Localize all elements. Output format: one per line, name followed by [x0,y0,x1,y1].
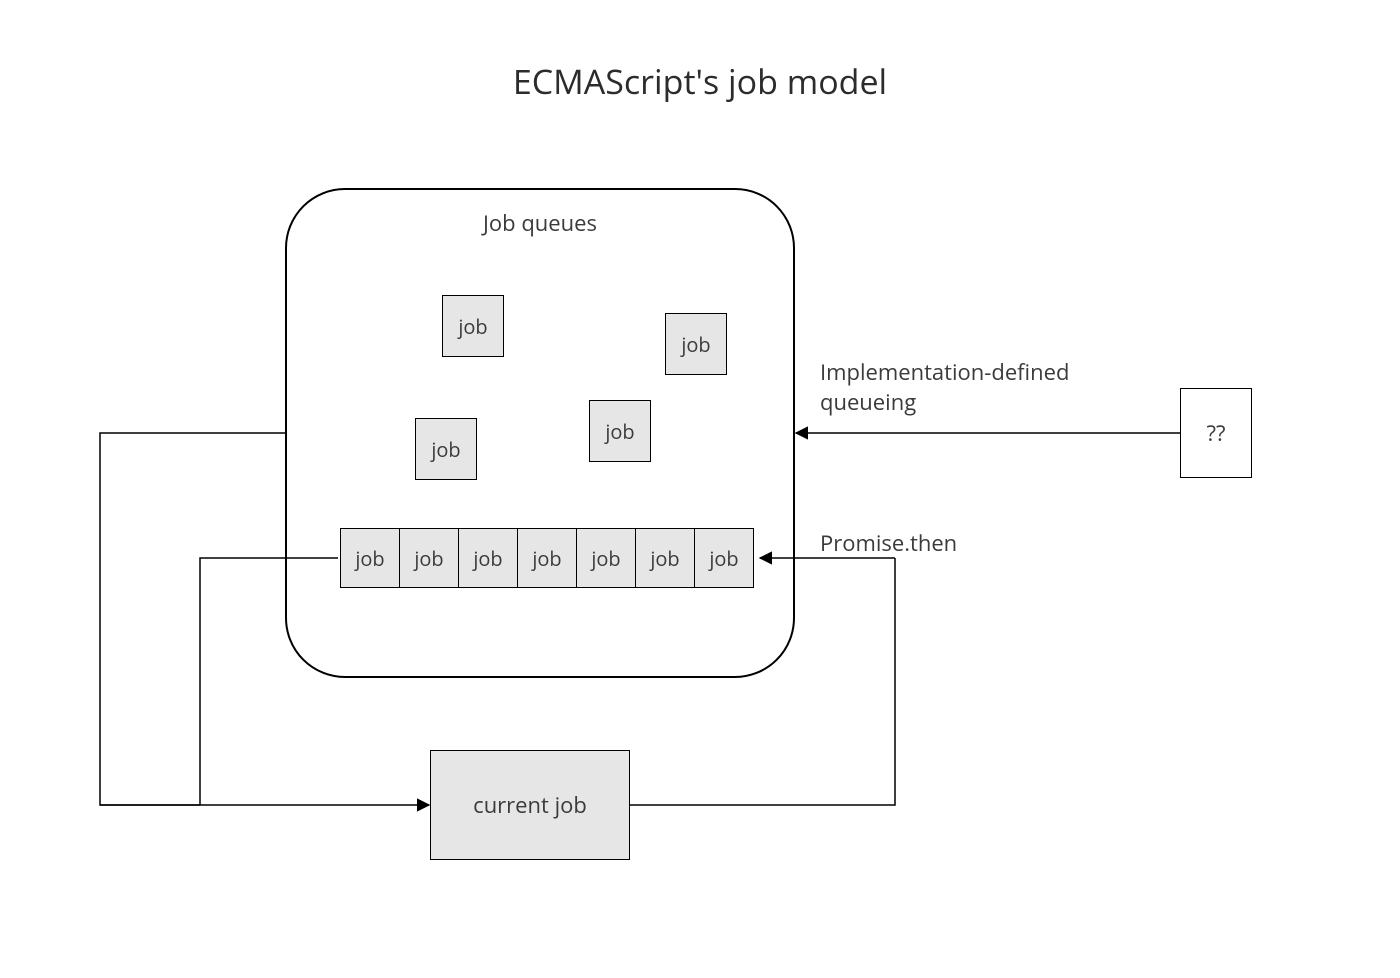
queue-job-cell: job [458,528,518,588]
unknown-source-box: ?? [1180,388,1252,478]
implementation-line-1: Implementation-defined [820,357,1069,387]
current-job-box: current job [430,750,630,860]
job-queues-label: Job queues [287,208,793,238]
floating-job-box: job [665,313,727,375]
queue-job-cell: job [576,528,636,588]
promise-then-label: Promise.then [820,528,957,558]
promise-job-queue: job job job job job job job [340,528,754,588]
queue-job-cell: job [694,528,754,588]
floating-job-box: job [589,400,651,462]
diagram-canvas: ECMAScript's job model Job queues job jo… [0,0,1400,978]
queue-job-cell: job [635,528,695,588]
queue-job-cell: job [340,528,400,588]
queue-job-cell: job [517,528,577,588]
floating-job-box: job [415,418,477,480]
floating-job-box: job [442,295,504,357]
implementation-line-2: queueing [820,387,916,417]
implementation-defined-label: Implementation-defined queueing [820,358,1069,417]
job-queues-container: Job queues job job job job job job job j… [285,188,795,678]
queue-job-cell: job [399,528,459,588]
diagram-title: ECMAScript's job model [0,58,1400,104]
